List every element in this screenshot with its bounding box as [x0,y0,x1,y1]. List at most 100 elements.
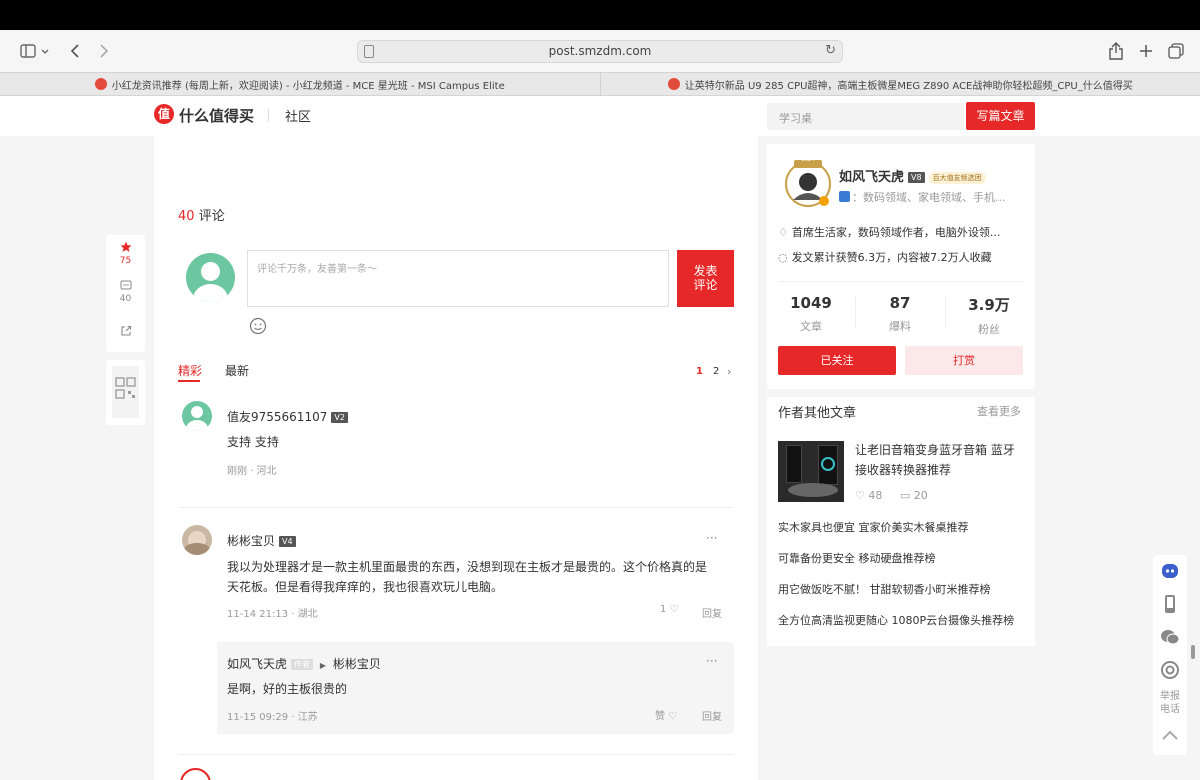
follow-button[interactable]: 已关注 [778,346,896,375]
star-icon [120,241,131,252]
new-tab-icon[interactable] [1136,38,1156,64]
featured-article-title[interactable]: 让老旧音箱变身蓝牙音箱 蓝牙接收器转换器推荐 [855,440,1025,480]
article-thumbnail[interactable] [778,441,844,502]
tab-featured[interactable]: 精彩 [178,362,202,379]
page-2[interactable]: 2 [713,366,719,377]
reply-text: 是啊，好的主板很贵的 [227,682,348,696]
search-input[interactable]: 学习桌 [767,103,964,130]
view-more-link[interactable]: 查看更多 [977,403,1021,419]
comment-count: 40 [119,294,132,304]
stat-articles[interactable]: 1049 文章 [773,294,849,334]
article-link[interactable]: 全方位高清监视更随心 1080P云台摄像头推荐榜 [778,612,1014,628]
nav-community[interactable]: 社区 [285,106,311,125]
favicon-icon [94,78,107,90]
tab-featured-underline [178,380,200,382]
more-options-icon[interactable]: ··· [706,531,717,545]
forward-icon[interactable] [95,38,113,64]
divider [778,281,1024,282]
next-page-icon[interactable]: › [727,365,731,378]
comment-input[interactable]: 评论千万条，友善第一条～ [247,250,669,307]
emoji-icon[interactable] [249,317,267,338]
comment-avatar[interactable] [182,525,212,555]
comment-author[interactable]: 值友9755661107 V2 [227,408,348,425]
other-articles-heading: 作者其他文章 [778,406,857,421]
comment-placeholder: 评论千万条，友善第一条～ [257,264,377,275]
level-badge: V2 [331,412,348,423]
reply-author-name: 如风飞天虎 [227,657,288,671]
browser-tab-2[interactable]: 让英特尔新品 U9 285 CPU超神，高端主板微星MEG Z890 ACE战神… [599,73,1200,95]
back-icon[interactable] [66,38,84,64]
right-float-bar [1153,555,1187,755]
diamond-icon: ♢ [778,226,788,239]
tab-latest[interactable]: 最新 [225,362,249,379]
more-options-icon[interactable]: ··· [706,654,717,668]
author-avatar[interactable] [783,156,833,210]
article-link[interactable]: 可靠备份更安全 移动硬盘推荐榜 [778,550,936,566]
wechat-icon[interactable] [1153,628,1187,649]
floating-action-bar: 75 40 [106,235,145,352]
page-1[interactable]: 1 [696,366,703,377]
divider [178,507,734,508]
comment-author-name: 彬彬宝贝 [227,534,276,548]
comment-action[interactable]: 40 [106,280,145,304]
article-link[interactable]: 用它做饭吃不腻！ 甘甜软韧香小町米推荐榜 [778,581,991,597]
verified-icon [839,191,850,202]
stat-tips[interactable]: 87 爆料 [862,294,938,334]
comment-meta: 刚刚 · 河北 [227,466,277,477]
qr-code-card[interactable] [106,360,145,425]
mobile-icon[interactable] [1153,594,1187,617]
post-comment-button[interactable]: 发表 评论 [677,250,734,307]
featured-article-likes: 48 [868,489,883,502]
stat-fans-value: 3.9万 [968,296,1010,314]
report-phone-link[interactable]: 举报 电话 [1153,690,1187,716]
comment-like[interactable]: 1 ♡ [660,604,679,615]
assistant-icon[interactable] [1153,562,1187,583]
comment-icon [120,280,131,290]
stat-tips-label: 爆料 [889,320,911,333]
stat-tips-value: 87 [889,294,911,312]
site-logo-icon[interactable]: 值 [154,104,174,124]
comment-author[interactable]: 彬彬宝贝 V4 [227,532,296,549]
share-action[interactable] [106,325,145,340]
comment-avatar[interactable] [182,401,212,431]
site-brand[interactable]: 什么值得买 [179,105,254,126]
sidebar-toggle-icon[interactable] [15,38,55,64]
page-scrollbar[interactable] [1191,645,1195,659]
share-icon[interactable] [1106,38,1126,64]
author-title-row: ♢ 首席生活家，数码领域作者，电脑外设领... [778,224,1000,240]
report-line1: 举报 [1160,691,1180,702]
header-divider [268,109,269,122]
comment-text: 支持 支持 [227,435,279,449]
thumb-up-icon: ♡ [855,489,869,502]
write-article-button[interactable]: 写篇文章 [966,102,1035,130]
author-name-row[interactable]: 如风飞天虎 V8 百大值友频选团 [839,166,986,185]
reload-icon[interactable]: ↻ [825,43,836,58]
address-url: post.smzdm.com [548,44,652,58]
avatar-year-badge: 2024 [801,157,815,163]
featured-article-comments: 20 [913,489,928,502]
back-to-top-icon[interactable] [1153,728,1187,745]
comment-reply-button[interactable]: 回复 [702,605,722,620]
stat-fans[interactable]: 3.9万 粉丝 [951,294,1027,337]
reply-like[interactable]: 赞 ♡ [655,707,677,722]
thumb-up-icon: ♡ [666,604,679,615]
reply-like-label: 赞 [655,711,665,722]
tab-bar: 小红龙资讯推荐 (每周上新，欢迎阅读) - 小红龙频道 - MCE 星光班 - … [0,72,1200,96]
support-icon[interactable] [1153,660,1187,683]
like-action[interactable]: 75 [106,241,145,266]
author-tag: 百大值友频选团 [928,172,986,184]
reply-reply-button[interactable]: 回复 [702,708,722,723]
comment-icon: ▭ [899,489,914,502]
reward-button[interactable]: 打赏 [905,346,1023,375]
browser-tab-1[interactable]: 小红龙资讯推荐 (每周上新，欢迎阅读) - 小红龙频道 - MCE 星光班 - … [0,73,600,95]
article-link[interactable]: 实木家具也便宜 宜家价美实木餐桌推荐 [778,519,969,535]
tab-overview-icon[interactable] [1166,38,1186,64]
author-fields-row: ：数码领域、家电领域、手机... [839,189,1006,205]
author-stats-text: 发文累计获赞6.3万，内容被7.2万人收藏 [791,251,992,264]
reply-author[interactable]: 如风飞天虎 作者 ▶ 彬彬宝贝 [227,655,381,672]
favicon-icon [667,78,680,90]
address-bar[interactable]: post.smzdm.com ↻ [357,40,843,63]
thumb-up-icon: ♡ [665,711,678,722]
comment-meta: 11-14 21:13 · 湖北 [227,609,318,620]
qr-code-icon [112,366,139,418]
